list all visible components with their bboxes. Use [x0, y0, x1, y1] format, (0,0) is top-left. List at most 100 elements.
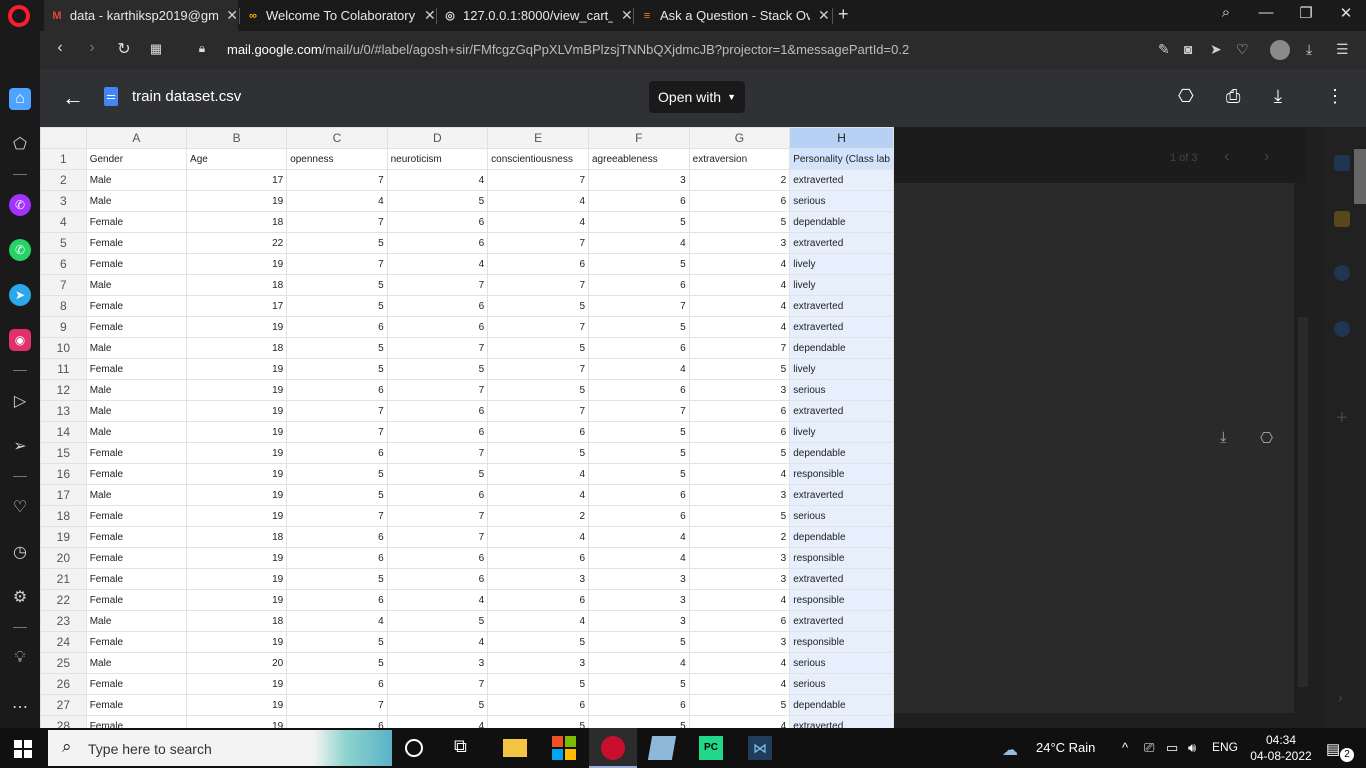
table-cell[interactable]: 4 — [688, 589, 791, 611]
table-cell[interactable]: Male — [85, 169, 188, 191]
table-cell[interactable]: neuroticism — [386, 148, 489, 170]
table-cell[interactable]: responsible — [789, 589, 894, 611]
table-cell[interactable]: 7 — [487, 316, 589, 338]
table-cell[interactable]: 7 — [286, 253, 388, 275]
row-number[interactable]: 23 — [40, 610, 87, 632]
table-cell[interactable]: 6 — [588, 190, 690, 212]
weather-text[interactable]: 24°C Rain — [1036, 740, 1095, 755]
table-cell[interactable]: 4 — [588, 652, 690, 674]
heart-icon[interactable]: ♡ — [1236, 41, 1249, 58]
minimize-button[interactable]: — — [1254, 4, 1278, 21]
table-cell[interactable]: dependable — [789, 526, 894, 548]
prev-page-icon[interactable]: ‹ — [1224, 148, 1229, 166]
task-view-icon[interactable]: ⧉ — [454, 736, 478, 760]
more-icon[interactable]: ⋯ — [9, 696, 31, 718]
table-cell[interactable]: 4 — [386, 715, 489, 728]
add-icon[interactable]: + — [1336, 407, 1348, 430]
table-cell[interactable]: 18 — [186, 211, 288, 233]
table-cell[interactable]: 3 — [688, 568, 791, 590]
tab-colab[interactable]: ∞ Welcome To Colaboratory ✕ — [240, 0, 436, 31]
open-with-button[interactable]: Open with ▼ — [649, 81, 745, 113]
table-cell[interactable]: 7 — [487, 169, 589, 191]
table-cell[interactable]: 7 — [386, 337, 489, 359]
table-cell[interactable]: dependable — [789, 211, 894, 233]
table-cell[interactable]: Male — [85, 652, 188, 674]
table-cell[interactable]: 19 — [186, 442, 288, 464]
table-cell[interactable]: 4 — [487, 484, 589, 506]
table-cell[interactable]: 17 — [186, 169, 288, 191]
table-cell[interactable]: 6 — [588, 694, 690, 716]
opera-logo-icon[interactable] — [8, 5, 30, 27]
table-cell[interactable]: 19 — [186, 190, 288, 212]
table-cell[interactable]: 7 — [286, 169, 388, 191]
file-explorer-icon[interactable] — [503, 739, 527, 757]
table-cell[interactable]: 7 — [286, 694, 388, 716]
table-cell[interactable]: 5 — [487, 715, 589, 728]
table-cell[interactable]: 5 — [588, 253, 690, 275]
table-cell[interactable]: Female — [85, 442, 188, 464]
table-cell[interactable]: 6 — [688, 400, 791, 422]
table-cell[interactable]: serious — [789, 673, 894, 695]
row-number[interactable]: 15 — [40, 442, 87, 464]
contacts-icon[interactable] — [1334, 321, 1350, 337]
table-cell[interactable]: responsible — [789, 547, 894, 569]
table-cell[interactable]: conscientiousness — [487, 148, 589, 170]
close-icon[interactable]: ✕ — [818, 7, 830, 24]
table-cell[interactable]: lively — [789, 253, 894, 275]
table-cell[interactable]: Female — [85, 316, 188, 338]
table-cell[interactable]: 5 — [386, 190, 489, 212]
table-cell[interactable]: extraversion — [688, 148, 791, 170]
tab-stackoverflow[interactable]: ≡ Ask a Question - Stack Ove ✕ — [634, 0, 830, 31]
table-cell[interactable]: 4 — [688, 673, 791, 695]
table-cell[interactable]: 5 — [588, 715, 690, 728]
column-header-a[interactable]: A — [85, 127, 188, 149]
table-cell[interactable]: 4 — [386, 589, 489, 611]
lightbulb-icon[interactable]: 💡︎ — [9, 647, 31, 669]
table-cell[interactable]: 6 — [386, 316, 489, 338]
table-cell[interactable]: 5 — [688, 358, 791, 380]
next-page-icon[interactable]: › — [1264, 148, 1269, 166]
table-cell[interactable]: 6 — [286, 526, 388, 548]
table-cell[interactable]: 5 — [286, 295, 388, 317]
table-cell[interactable]: 19 — [186, 505, 288, 527]
table-cell[interactable]: 2 — [688, 526, 791, 548]
table-cell[interactable]: 4 — [588, 232, 690, 254]
table-cell[interactable]: 7 — [286, 505, 388, 527]
table-cell[interactable]: 3 — [688, 232, 791, 254]
table-cell[interactable]: 3 — [688, 547, 791, 569]
table-cell[interactable]: 4 — [286, 190, 388, 212]
table-cell[interactable]: 7 — [286, 211, 388, 233]
close-icon[interactable]: ✕ — [226, 7, 238, 24]
row-number[interactable]: 9 — [40, 316, 87, 338]
table-cell[interactable]: Female — [85, 253, 188, 275]
taskbar-search-input[interactable]: ⌕ Type here to search — [48, 730, 392, 766]
battery-icon[interactable]: ▭ — [1166, 740, 1178, 756]
history-clock-icon[interactable]: ◷ — [9, 541, 31, 563]
table-cell[interactable]: 5 — [588, 211, 690, 233]
row-number[interactable]: 16 — [40, 463, 87, 485]
table-cell[interactable]: 4 — [487, 211, 589, 233]
edit-icon[interactable]: ✎ — [1158, 41, 1170, 58]
table-cell[interactable]: 4 — [688, 274, 791, 296]
table-cell[interactable]: 3 — [487, 652, 589, 674]
row-number[interactable]: 17 — [40, 484, 87, 506]
table-cell[interactable]: 6 — [588, 337, 690, 359]
table-cell[interactable]: 19 — [186, 673, 288, 695]
more-vert-icon[interactable]: ⋮ — [1326, 86, 1344, 107]
pycharm-icon[interactable]: PC — [699, 736, 723, 760]
table-cell[interactable]: 18 — [186, 526, 288, 548]
table-cell[interactable]: 5 — [487, 673, 589, 695]
table-cell[interactable]: Female — [85, 694, 188, 716]
table-cell[interactable]: 4 — [487, 463, 589, 485]
row-number[interactable]: 20 — [40, 547, 87, 569]
table-cell[interactable]: 7 — [386, 673, 489, 695]
table-cell[interactable]: serious — [789, 505, 894, 527]
table-cell[interactable]: 4 — [487, 610, 589, 632]
row-number[interactable]: 21 — [40, 568, 87, 590]
table-cell[interactable]: 5 — [386, 694, 489, 716]
close-icon[interactable]: ✕ — [621, 7, 633, 24]
table-cell[interactable]: extraverted — [789, 715, 894, 728]
table-cell[interactable]: 4 — [588, 358, 690, 380]
camera-icon[interactable]: ◙ — [1184, 41, 1192, 57]
table-cell[interactable]: 5 — [688, 442, 791, 464]
